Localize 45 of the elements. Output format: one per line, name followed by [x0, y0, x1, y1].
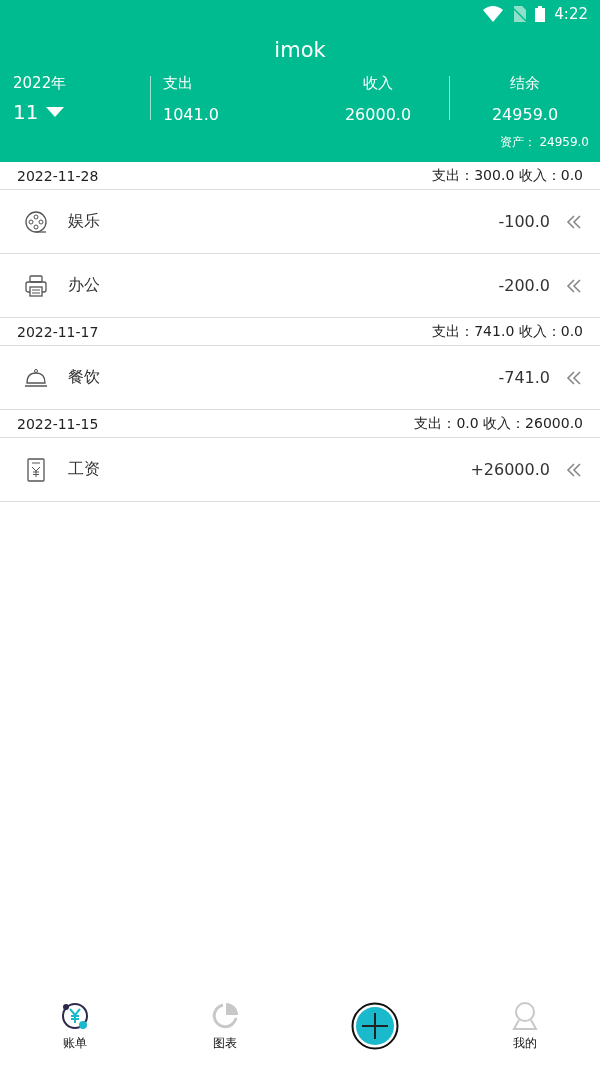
- day-date: 2022-11-28: [17, 167, 99, 184]
- status-time: 4:22: [554, 5, 588, 23]
- transaction-row[interactable]: 娱乐 -100.0: [0, 190, 600, 254]
- double-chevron-icon[interactable]: [566, 461, 582, 478]
- nav-tab[interactable]: 图表: [185, 1000, 265, 1052]
- day-totals: 支出：0.0 收入：26000.0: [414, 414, 583, 433]
- amount: -100.0: [498, 212, 550, 231]
- expense-label: 支出: [163, 74, 193, 93]
- nav-tab[interactable]: 我的: [485, 1000, 565, 1052]
- transaction-row[interactable]: 工资 +26000.0: [0, 438, 600, 502]
- day-date: 2022-11-17: [17, 323, 99, 340]
- person-icon: [510, 1000, 540, 1031]
- film-reel-icon: [24, 209, 48, 234]
- transaction-row[interactable]: 办公 -200.0: [0, 254, 600, 318]
- income-label: 收入: [363, 74, 393, 93]
- double-chevron-icon[interactable]: [566, 213, 582, 230]
- category-name: 娱乐: [68, 211, 100, 232]
- expense-value: 1041.0: [163, 105, 219, 124]
- day-totals: 支出：300.0 收入：0.0: [432, 166, 583, 185]
- category-name: 办公: [68, 275, 100, 296]
- amount: -741.0: [498, 368, 550, 387]
- wifi-icon: [483, 6, 504, 22]
- day-date: 2022-11-15: [17, 415, 99, 432]
- nav-tab[interactable]: 账单: [35, 1000, 115, 1052]
- category-name: 工资: [68, 459, 100, 480]
- yen-document-icon: [24, 457, 48, 482]
- battery-icon: [535, 6, 546, 22]
- transaction-row[interactable]: 餐饮 -741.0: [0, 346, 600, 410]
- app-title: imok: [273, 38, 327, 62]
- category-name: 餐饮: [68, 367, 100, 388]
- no-sim-icon: [512, 6, 527, 22]
- balance-label: 结余: [510, 74, 540, 93]
- add-icon: [351, 1002, 399, 1050]
- balance-value: 24959.0: [491, 105, 559, 124]
- assets-text: 资产： 24959.0: [498, 134, 590, 151]
- printer-icon: [24, 273, 48, 298]
- pie-chart-icon: [210, 1000, 240, 1031]
- amount: +26000.0: [470, 460, 550, 479]
- day-totals: 支出：741.0 收入：0.0: [432, 322, 583, 341]
- dropdown-icon: [46, 107, 65, 117]
- yen-coin-icon: [60, 1000, 90, 1031]
- income-value: 26000.0: [344, 105, 412, 124]
- amount: -200.0: [498, 276, 550, 295]
- double-chevron-icon[interactable]: [566, 369, 582, 386]
- double-chevron-icon[interactable]: [566, 277, 582, 294]
